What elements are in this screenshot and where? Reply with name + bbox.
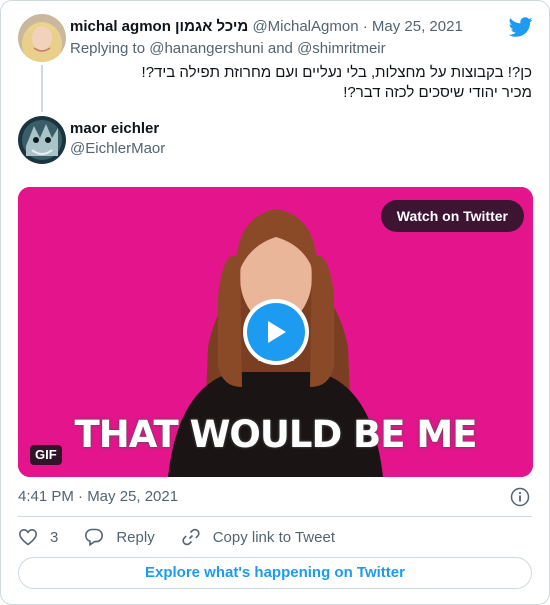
author-row: michal agmon מיכל אגמון @MichalAgmon · M… <box>70 17 463 37</box>
explore-twitter-button[interactable]: Explore what's happening on Twitter <box>18 557 532 589</box>
thread-line <box>41 65 43 112</box>
author-name[interactable]: michal agmon מיכל אגמון <box>70 18 248 35</box>
play-button[interactable] <box>243 299 309 365</box>
reply-icon <box>85 528 104 547</box>
divider <box>18 516 532 517</box>
reply-mention-hanangershuni[interactable]: @hanangershuni <box>149 40 263 57</box>
gif-badge: GIF <box>30 445 62 465</box>
copy-link-button[interactable]: Copy link to Tweet <box>181 527 335 547</box>
tweet-date[interactable]: May 25, 2021 <box>372 18 463 35</box>
quoted-user-name[interactable]: maor eichler <box>70 119 159 139</box>
quoted-avatar[interactable] <box>18 116 66 164</box>
gif-caption: THAT WOULD BE ME <box>74 413 477 456</box>
action-bar: 3 Reply Copy link to Tweet <box>18 527 361 547</box>
link-icon <box>182 528 200 546</box>
tweet-card: michal agmon מיכל אגמון @MichalAgmon · M… <box>0 0 550 605</box>
like-button[interactable]: 3 <box>18 527 58 547</box>
like-count: 3 <box>50 528 59 546</box>
heart-icon <box>18 528 38 546</box>
gif-media[interactable]: Watch on Twitter THAT WOULD BE ME GIF <box>18 187 533 477</box>
replying-to-label: Replying to <box>70 40 146 57</box>
replying-to-line: Replying to @hanangershuni and @shimritm… <box>70 39 386 59</box>
quoted-user-handle[interactable]: @EichlerMaor <box>70 139 165 159</box>
copy-link-label: Copy link to Tweet <box>212 528 335 546</box>
author-avatar[interactable] <box>18 14 66 62</box>
separator-dot: · <box>362 18 368 35</box>
twitter-bird-icon[interactable] <box>509 15 533 39</box>
tweet-text-line: מכיר יהודי שיסכים לכזה דבר?! <box>343 84 532 101</box>
play-icon <box>247 303 305 361</box>
reply-label: Reply <box>116 528 155 546</box>
tweet-timestamp[interactable]: 4:41 PM · May 25, 2021 <box>18 487 178 507</box>
tweet-text-line: כן?! בקבוצות על מחצלות, בלי נעליים ועם מ… <box>141 64 532 81</box>
info-icon[interactable] <box>510 487 530 507</box>
tweet-text: כן?! בקבוצות על מחצלות, בלי נעליים ועם מ… <box>72 63 532 103</box>
reply-button[interactable]: Reply <box>84 527 155 547</box>
reply-mention-shimritmeir[interactable]: @shimritmeir <box>297 40 386 57</box>
author-handle[interactable]: @MichalAgmon <box>252 18 358 35</box>
reply-and-label: and <box>267 40 293 57</box>
watch-on-twitter-button[interactable]: Watch on Twitter <box>380 200 524 232</box>
